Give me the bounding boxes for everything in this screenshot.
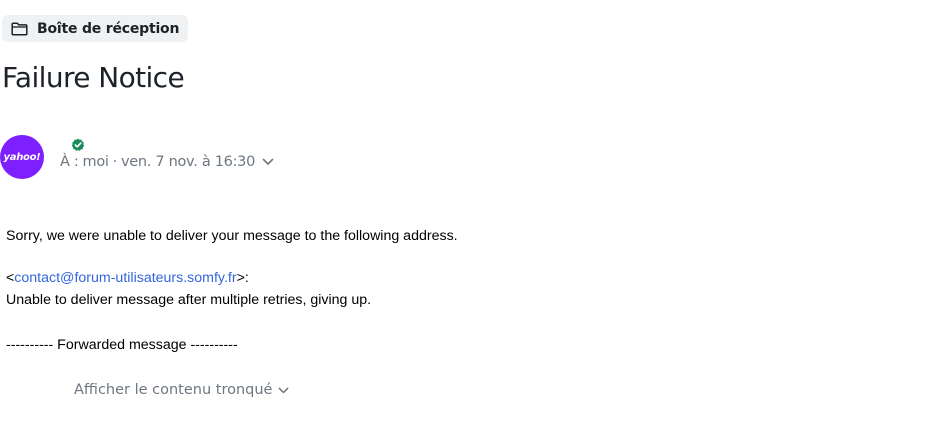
avatar-text: yahoo! <box>3 151 41 163</box>
address-close: >: <box>236 270 249 286</box>
to-value: moi <box>82 154 109 170</box>
show-truncated-button[interactable]: Afficher le contenu tronqué <box>74 382 289 398</box>
message-date: ven. 7 nov. à 16:30 <box>120 154 256 170</box>
verified-badge-icon <box>71 137 85 151</box>
body-line-unable: Unable to deliver message after multiple… <box>6 292 372 308</box>
chevron-down-icon <box>262 154 274 170</box>
folder-icon <box>11 21 28 36</box>
breadcrumb-folder-button[interactable]: Boîte de réception <box>2 15 189 42</box>
show-truncated-label: Afficher le contenu tronqué <box>74 382 273 398</box>
body-line-sorry: Sorry, we were unable to deliver your me… <box>6 228 458 244</box>
failed-address-link[interactable]: contact@forum-utilisateurs.somfy.fr <box>14 270 236 286</box>
to-label: À : <box>60 154 79 170</box>
chevron-down-icon <box>278 382 289 398</box>
message-subject: Failure Notice <box>2 61 185 94</box>
recipients-toggle[interactable]: À : moi · ven. 7 nov. à 16:30 <box>60 154 274 170</box>
sender-avatar[interactable]: yahoo! <box>0 135 44 179</box>
breadcrumb-folder-label: Boîte de réception <box>37 20 180 37</box>
forwarded-message-divider: ---------- Forwarded message ---------- <box>6 337 238 353</box>
body-line-address: <contact@forum-utilisateurs.somfy.fr>: <box>6 270 249 286</box>
separator: · <box>112 154 118 170</box>
